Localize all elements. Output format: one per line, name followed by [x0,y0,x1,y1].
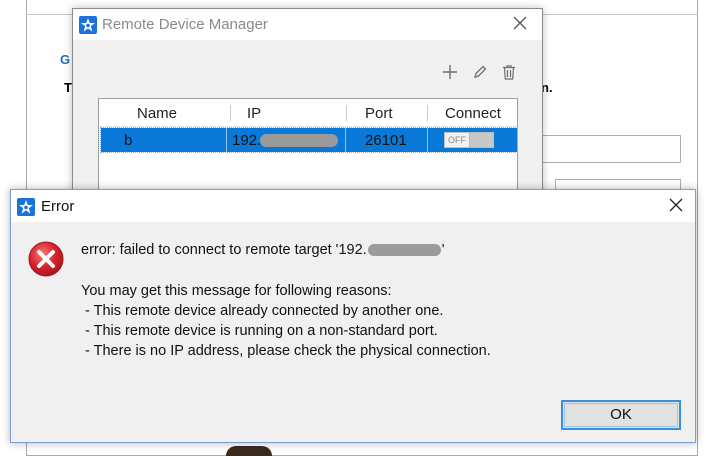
error-message-end: ' [441,242,445,258]
cell-divider [427,128,428,152]
trash-icon [503,65,515,80]
device-table-header: Name IP Port Connect [99,99,517,127]
app-logo-icon [17,198,35,216]
column-header-name[interactable]: Name [137,105,177,122]
background-heading: G [60,52,71,67]
rdm-titlebar: Remote Device Manager [73,9,542,40]
ok-button[interactable]: OK [561,400,681,430]
rdm-close-button[interactable] [509,13,531,35]
connect-toggle[interactable]: OFF [444,132,494,148]
error-title: Error [41,198,75,215]
cell-divider [226,128,227,152]
device-name-cell: b [124,132,133,149]
close-icon [669,198,683,212]
error-dialog: Error error: failed to connect to remote… [10,189,696,443]
error-message-text: error: failed to connect to remote targe… [81,242,367,258]
column-header-ip[interactable]: IP [247,105,261,122]
table-row[interactable]: b 192. 26101 OFF [100,127,518,153]
column-header-connect[interactable]: Connect [445,105,501,122]
device-port-cell: 26101 [365,132,407,149]
error-message: error: failed to connect to remote targe… [81,242,444,258]
add-device-button[interactable] [439,64,461,86]
error-titlebar: Error [11,190,695,222]
reason-item: - This remote device already connected b… [81,303,444,319]
reason-item: - This remote device is running on a non… [81,323,438,339]
background-image [226,446,272,456]
redacted-ip [367,244,441,257]
column-divider[interactable] [230,105,231,121]
redacted-ip [260,134,338,147]
cell-divider [345,128,346,152]
error-close-button[interactable] [664,194,688,218]
device-table: Name IP Port Connect b 192. 26101 OFF [98,98,518,198]
reason-item: - There is no IP address, please check t… [81,343,491,359]
device-ip-cell: 192. [232,132,262,149]
column-divider[interactable] [427,105,428,121]
pencil-icon [474,65,487,78]
rdm-title: Remote Device Manager [102,16,268,33]
column-header-port[interactable]: Port [365,105,393,122]
close-icon [513,16,527,30]
background-text-left: T [64,80,72,95]
reasons-intro: You may get this message for following r… [81,283,392,299]
connect-toggle-label: OFF [445,133,470,147]
app-logo-icon [79,16,97,34]
delete-device-button[interactable] [498,64,520,86]
remote-device-manager-window: Remote Device Manager Name IP Port Conne [72,8,543,198]
plus-icon [443,65,457,79]
error-icon [28,241,64,277]
column-divider[interactable] [346,105,347,121]
edit-device-button[interactable] [469,64,491,86]
